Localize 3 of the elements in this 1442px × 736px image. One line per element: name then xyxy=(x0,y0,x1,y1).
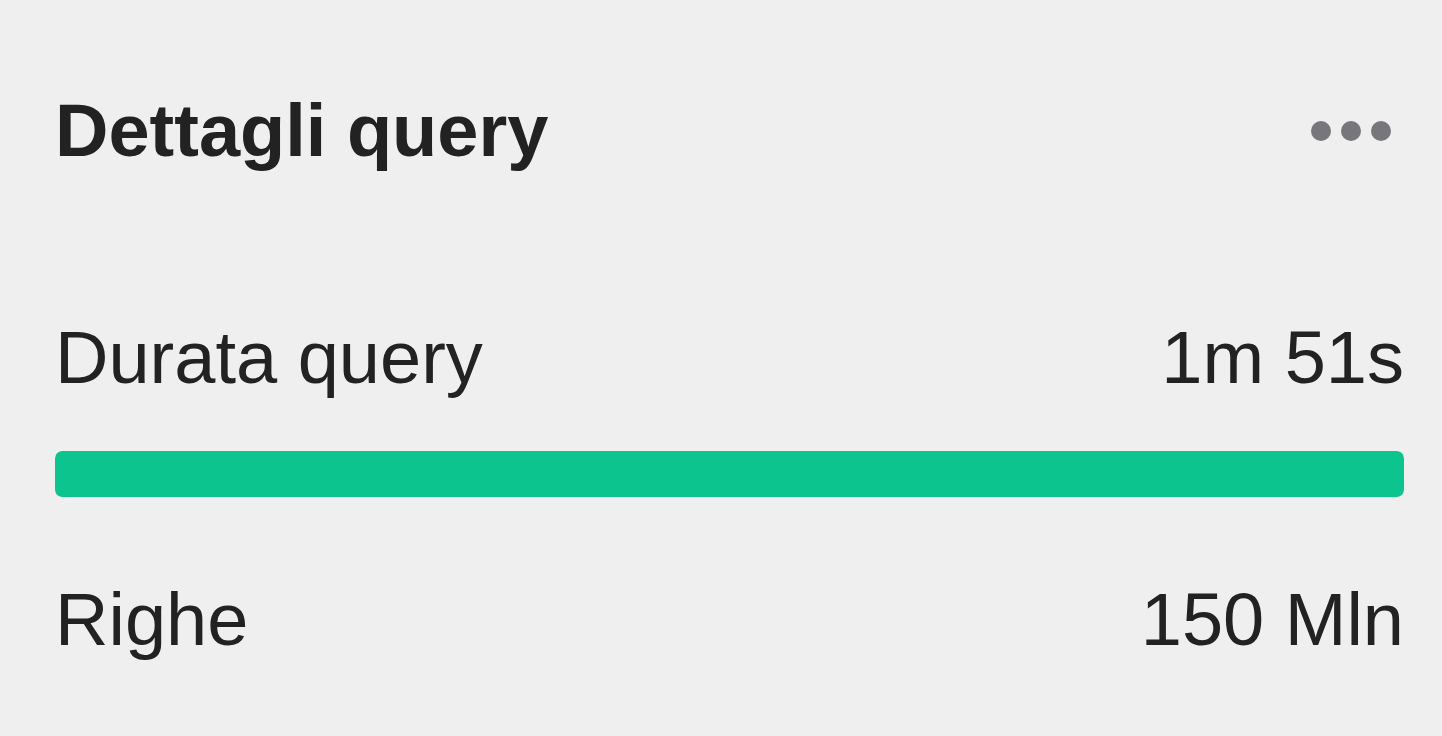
more-icon[interactable] xyxy=(1311,121,1391,141)
metric-value: 1m 51s xyxy=(1161,321,1404,395)
metric-value: 150 Mln xyxy=(1140,583,1404,657)
